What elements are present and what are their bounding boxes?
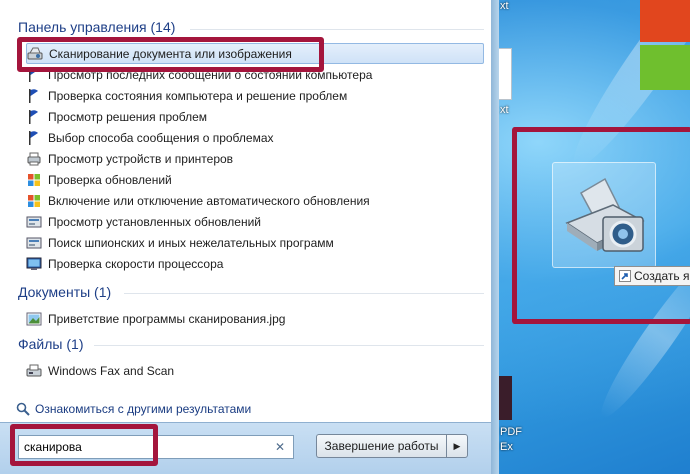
flag-icon — [29, 88, 38, 103]
result-view-solutions[interactable]: Просмотр решения проблем — [26, 106, 484, 127]
programs-icon — [26, 216, 42, 227]
result-windows-fax-scan[interactable]: Windows Fax and Scan — [26, 360, 484, 381]
shutdown-control: Завершение работы ▶ — [316, 434, 468, 458]
result-label: Проверка скорости процессора — [48, 256, 224, 271]
result-auto-update-toggle[interactable]: Включение или отключение автоматического… — [26, 190, 484, 211]
result-label: Просмотр установленных обновлений — [48, 214, 261, 229]
wallpaper-logo-red — [640, 0, 690, 42]
result-check-updates[interactable]: Проверка обновлений — [26, 169, 484, 190]
devices-icon — [27, 152, 41, 165]
windows-update-icon — [28, 173, 40, 186]
result-devices-printers[interactable]: Просмотр устройств и принтеров — [26, 148, 484, 169]
result-scan-welcome-jpg[interactable]: Приветствие программы сканирования.jpg — [26, 308, 484, 329]
result-label: Выбор способа сообщения о проблемах — [48, 130, 274, 145]
divider — [190, 29, 484, 30]
shutdown-button[interactable]: Завершение работы — [316, 434, 446, 458]
desktop-icon-label: xt — [500, 104, 509, 116]
arrow-right-icon[interactable]: ▶ — [446, 434, 468, 458]
clear-icon[interactable]: ✕ — [273, 440, 287, 454]
highlight-search-box — [10, 424, 158, 466]
result-label: Просмотр устройств и принтеров — [48, 151, 234, 166]
flag-icon — [29, 130, 38, 145]
highlight-scan-result — [17, 37, 324, 72]
result-report-method[interactable]: Выбор способа сообщения о проблемах — [26, 127, 484, 148]
windows-update-icon — [28, 194, 40, 207]
image-file-icon — [26, 312, 42, 325]
highlight-desktop-shortcut — [512, 127, 690, 324]
wallpaper-logo-green — [640, 45, 690, 90]
programs-icon — [26, 237, 42, 248]
desktop-icon-label: xt — [500, 0, 509, 12]
system-icon — [26, 257, 42, 270]
result-label: Проверка состояния компьютера и решение … — [48, 88, 348, 103]
desktop-icon-label: PDF — [500, 426, 522, 438]
fax-icon — [26, 364, 42, 376]
result-label: Поиск шпионских и иных нежелательных про… — [48, 235, 334, 250]
result-label: Просмотр решения проблем — [48, 109, 208, 124]
see-more-results-link[interactable]: Ознакомиться с другими результатами — [16, 400, 251, 418]
result-label: Включение или отключение автоматического… — [48, 193, 370, 208]
search-icon — [16, 402, 30, 416]
group-header-control-panel[interactable]: Панель управления (14) — [18, 19, 175, 35]
group-header-files[interactable]: Файлы (1) — [18, 336, 83, 352]
result-spyware-search[interactable]: Поиск шпионских и иных нежелательных про… — [26, 232, 484, 253]
result-label: Windows Fax and Scan — [48, 363, 175, 378]
desktop-icon-label: Ex — [500, 441, 513, 453]
result-label: Приветствие программы сканирования.jpg — [48, 311, 286, 326]
group-header-documents[interactable]: Документы (1) — [18, 284, 111, 300]
result-installed-updates[interactable]: Просмотр установленных обновлений — [26, 211, 484, 232]
result-check-status[interactable]: Проверка состояния компьютера и решение … — [26, 85, 484, 106]
result-label: Проверка обновлений — [48, 172, 172, 187]
divider — [94, 345, 484, 346]
divider — [124, 293, 484, 294]
see-more-label: Ознакомиться с другими результатами — [35, 402, 252, 416]
flag-icon — [29, 109, 38, 124]
result-cpu-speed[interactable]: Проверка скорости процессора — [26, 253, 484, 274]
